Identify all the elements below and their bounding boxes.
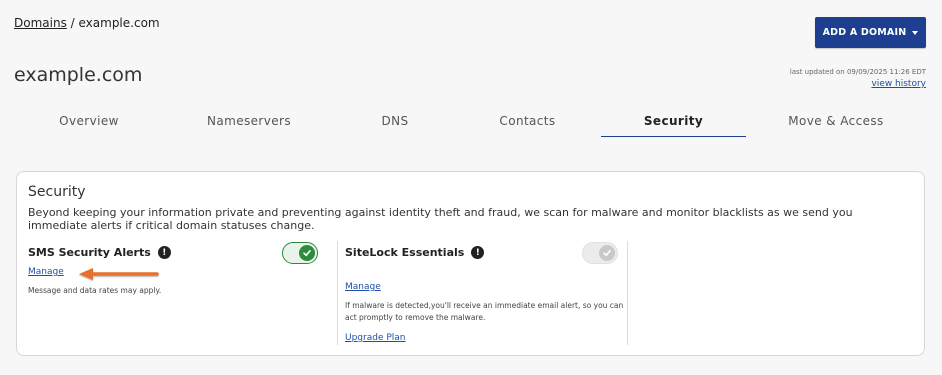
info-icon[interactable]: !: [471, 246, 485, 259]
sms-alerts-title: SMS Security Alerts: [28, 246, 151, 259]
tab-dns[interactable]: DNS: [336, 108, 454, 137]
add-domain-button[interactable]: ADD A DOMAIN: [815, 17, 926, 48]
view-history-link[interactable]: view history: [871, 79, 926, 89]
arrow-left-icon: [79, 268, 159, 280]
sitelock-manage-link[interactable]: Manage: [345, 282, 381, 292]
sitelock-note: If malware is detected,you'll receive an…: [345, 301, 624, 322]
security-card-title: Security: [28, 184, 86, 200]
tab-move-access[interactable]: Move & Access: [746, 108, 926, 137]
sms-alerts-title-row: SMS Security Alerts !: [28, 246, 171, 259]
sitelock-title-row: SiteLock Essentials !: [345, 246, 485, 259]
tab-contacts[interactable]: Contacts: [454, 108, 601, 137]
breadcrumb-current: example.com: [78, 16, 160, 30]
security-card: Security Beyond keeping your information…: [16, 171, 925, 356]
sms-alerts-toggle[interactable]: [282, 242, 318, 264]
check-icon: [299, 245, 315, 261]
check-icon: [599, 245, 615, 261]
last-updated-block: last updated on 09/09/2025 11:26 EDT vie…: [790, 66, 926, 90]
tab-bar: Overview Nameservers DNS Contacts Securi…: [0, 108, 942, 138]
tab-security[interactable]: Security: [601, 108, 746, 137]
sitelock-toggle[interactable]: [582, 242, 618, 264]
tab-overview[interactable]: Overview: [16, 108, 162, 137]
sitelock-upgrade-link[interactable]: Upgrade Plan: [345, 333, 406, 343]
column-divider: [337, 241, 338, 345]
breadcrumb-separator: /: [66, 16, 79, 30]
tab-nameservers[interactable]: Nameservers: [162, 108, 336, 137]
sitelock-title: SiteLock Essentials: [345, 246, 465, 259]
sms-note: Message and data rates may apply.: [28, 286, 162, 295]
page-title: example.com: [14, 64, 143, 86]
breadcrumb-domains-link[interactable]: Domains: [14, 16, 67, 30]
column-divider: [627, 241, 628, 345]
info-icon[interactable]: !: [157, 246, 171, 259]
breadcrumb: Domains / example.com: [14, 16, 160, 30]
chevron-down-icon: [912, 30, 919, 35]
sms-manage-link[interactable]: Manage: [28, 267, 64, 277]
last-updated-text: last updated on 09/09/2025 11:26 EDT: [789, 68, 926, 76]
add-domain-label: ADD A DOMAIN: [822, 27, 907, 38]
security-card-description: Beyond keeping your information private …: [28, 206, 853, 232]
